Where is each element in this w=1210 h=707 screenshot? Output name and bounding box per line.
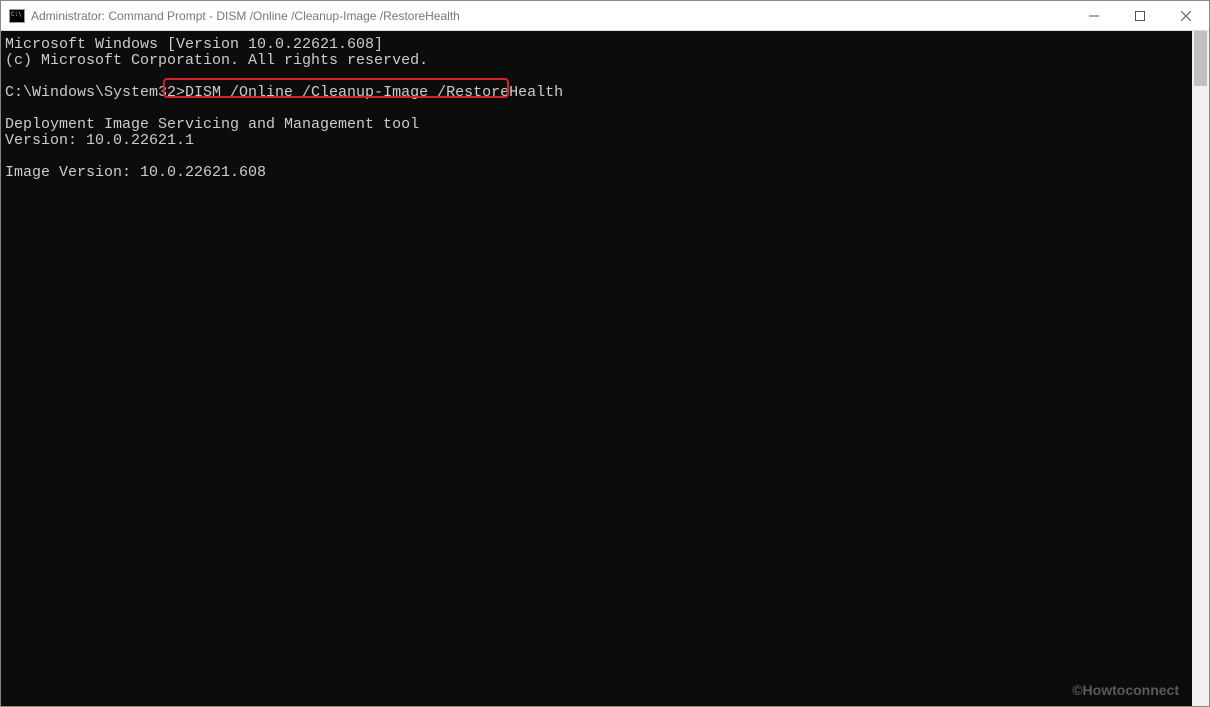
- terminal-output[interactable]: Microsoft Windows [Version 10.0.22621.60…: [1, 31, 1192, 706]
- dism-tool-line: Deployment Image Servicing and Managemen…: [5, 116, 419, 133]
- close-button[interactable]: [1163, 1, 1209, 30]
- window-controls: [1071, 1, 1209, 30]
- close-icon: [1181, 11, 1191, 21]
- prompt-command: DISM /Online /Cleanup-Image /RestoreHeal…: [185, 84, 563, 101]
- copyright-line: (c) Microsoft Corporation. All rights re…: [5, 52, 428, 69]
- image-version-line: Image Version: 10.0.22621.608: [5, 164, 266, 181]
- cmd-icon: [9, 9, 25, 23]
- maximize-icon: [1135, 11, 1145, 21]
- titlebar[interactable]: Administrator: Command Prompt - DISM /On…: [1, 1, 1209, 31]
- prompt-path: C:\Windows\System32>: [5, 84, 185, 101]
- os-banner-line: Microsoft Windows [Version 10.0.22621.60…: [5, 36, 383, 53]
- scrollbar-thumb[interactable]: [1194, 31, 1207, 86]
- terminal-area: Microsoft Windows [Version 10.0.22621.60…: [1, 31, 1209, 706]
- maximize-button[interactable]: [1117, 1, 1163, 30]
- command-prompt-window: Administrator: Command Prompt - DISM /On…: [0, 0, 1210, 707]
- minimize-button[interactable]: [1071, 1, 1117, 30]
- window-title: Administrator: Command Prompt - DISM /On…: [31, 9, 460, 23]
- vertical-scrollbar[interactable]: [1192, 31, 1209, 706]
- minimize-icon: [1089, 11, 1099, 21]
- dism-version-line: Version: 10.0.22621.1: [5, 132, 194, 149]
